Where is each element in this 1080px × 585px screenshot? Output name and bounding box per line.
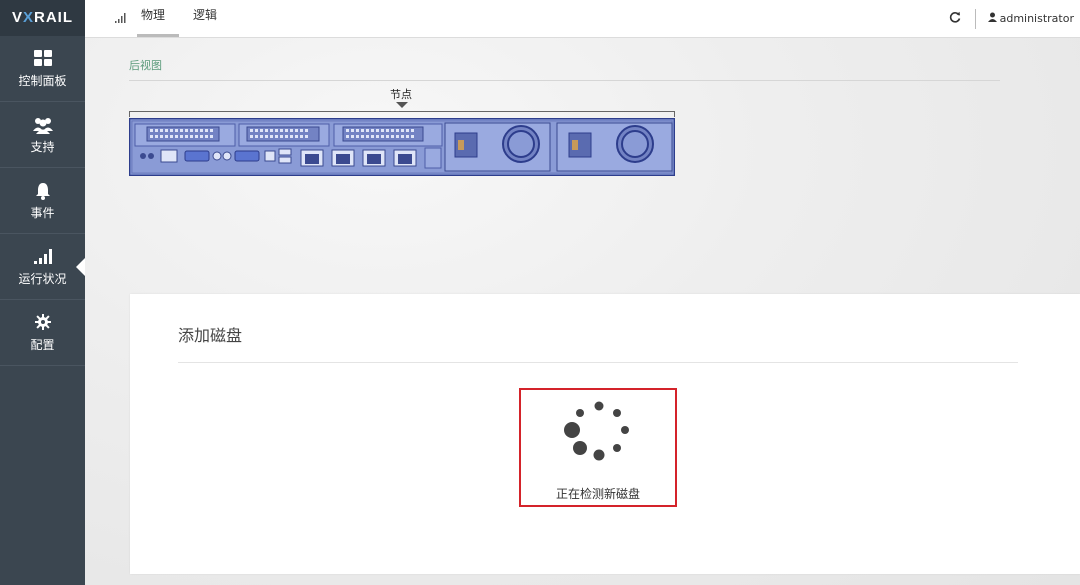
sidebar-item-support[interactable]: 支持 [0,102,85,168]
main-content: 后视图 节点 添加磁盘 正在检测新磁盘 [85,38,1080,585]
top-right-controls: administrator [949,0,1074,37]
dashboard-grid-icon [0,50,85,70]
sidebar-item-label: 控制面板 [18,74,67,88]
gear-icon [0,314,85,334]
server-rear-view[interactable] [128,117,676,177]
loading-text: 正在检测新磁盘 [555,487,640,501]
users-icon [0,116,85,136]
sidebar-item-health[interactable]: 运行状况 [0,234,85,300]
sidebar-item-label: 支持 [30,140,55,154]
tab-physical[interactable]: 物理 [136,0,180,37]
add-disk-panel: 添加磁盘 正在检测新磁盘 [130,294,1080,574]
spinner-icon [559,400,639,470]
breadcrumb[interactable]: 后视图 [129,57,162,73]
view-tabs: 物理 逻辑 [115,0,245,37]
panel-title: 添加磁盘 [178,326,243,345]
refresh-icon[interactable] [949,11,961,26]
tab-logical[interactable]: 逻辑 [193,0,217,37]
top-bar: 物理 逻辑 administrator [85,0,1080,38]
sidebar-item-dashboard[interactable]: 控制面板 [0,36,85,102]
sidebar-item-label: 事件 [30,206,55,220]
divider [178,362,1018,363]
sidebar: VXRAIL 控制面板 支持 事件 运行状况 配置 [0,0,85,585]
sidebar-item-label: 配置 [30,338,55,352]
loading-indicator: 正在检测新磁盘 [519,388,677,507]
signal-small-icon [115,12,127,26]
node-bracket [129,111,675,117]
sidebar-item-events[interactable]: 事件 [0,168,85,234]
sidebar-item-config[interactable]: 配置 [0,300,85,366]
sidebar-item-label: 运行状况 [18,272,67,286]
user-menu[interactable]: administrator [1000,12,1074,25]
divider [129,80,1000,81]
bell-icon [0,182,85,202]
vxrail-logo[interactable]: VXRAIL [0,0,85,36]
divider [974,8,976,29]
caret-down-icon [396,102,408,108]
user-icon [987,12,997,25]
signal-bars-icon [0,248,85,268]
node-label: 节点 [390,88,412,101]
